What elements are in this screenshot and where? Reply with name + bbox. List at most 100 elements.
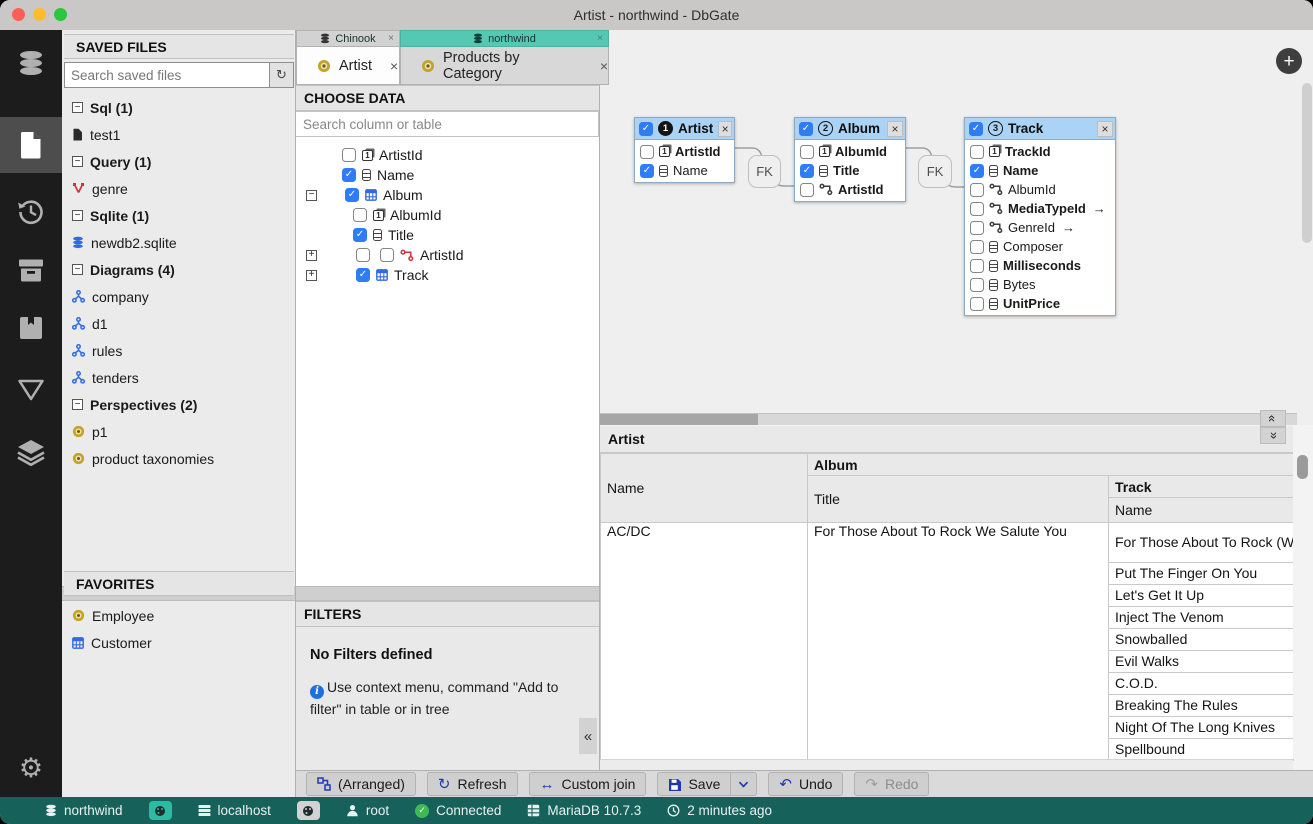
checkbox-checked[interactable] bbox=[353, 228, 367, 242]
column-milliseconds[interactable]: Milliseconds bbox=[965, 256, 1115, 275]
checkbox-checked[interactable] bbox=[639, 122, 653, 136]
close-icon[interactable]: × bbox=[388, 33, 394, 44]
close-icon[interactable]: × bbox=[718, 121, 732, 137]
fk-row-artistid[interactable]: + ArtistId bbox=[296, 245, 599, 265]
tree-item-p1[interactable]: p1 bbox=[62, 418, 295, 445]
save-dropdown-button[interactable] bbox=[731, 772, 757, 796]
arranged-button[interactable]: (Arranged) bbox=[306, 772, 416, 796]
column-unitprice[interactable]: UnitPrice bbox=[965, 294, 1115, 313]
choose-data-search-input[interactable] bbox=[296, 111, 599, 137]
collapse-panel-button[interactable]: « bbox=[579, 718, 597, 754]
connection-color-badge[interactable] bbox=[297, 801, 320, 820]
checkbox[interactable] bbox=[970, 259, 984, 273]
collapse-icon[interactable]: − bbox=[306, 190, 317, 201]
database-color-badge[interactable] bbox=[149, 801, 172, 820]
table-row-album[interactable]: − Album bbox=[296, 185, 599, 205]
tree-group-sql[interactable]: −Sql (1) bbox=[62, 94, 295, 121]
close-icon[interactable]: × bbox=[600, 58, 608, 74]
canvas-vertical-scrollbar[interactable] bbox=[1302, 83, 1312, 243]
refresh-button[interactable]: ↻ Refresh bbox=[427, 772, 518, 796]
column-artistid-fk[interactable]: ArtistId bbox=[795, 180, 905, 199]
minimize-window-button[interactable] bbox=[33, 8, 46, 21]
status-user[interactable]: root bbox=[346, 803, 389, 818]
panel-splitter[interactable] bbox=[296, 586, 599, 601]
checkbox[interactable] bbox=[970, 145, 984, 159]
expand-icon[interactable]: + bbox=[306, 250, 317, 261]
column-header-album-title[interactable]: Title bbox=[808, 476, 1109, 523]
tree-group-perspectives[interactable]: −Perspectives (2) bbox=[62, 391, 295, 418]
tab-artist[interactable]: Artist × bbox=[296, 47, 400, 85]
column-name[interactable]: Name bbox=[965, 161, 1115, 180]
collapse-icon[interactable]: − bbox=[72, 399, 83, 410]
table-header-track[interactable]: 3 Track × bbox=[965, 118, 1115, 140]
rail-filter-icon[interactable] bbox=[0, 362, 62, 418]
fk-join-badge[interactable]: FK bbox=[918, 155, 952, 188]
column-albumid[interactable]: 1 AlbumId bbox=[795, 142, 905, 161]
diagram-table-album[interactable]: 2 Album × 1 AlbumId Title ArtistId bbox=[794, 117, 906, 202]
column-name[interactable]: Name bbox=[635, 161, 734, 180]
checkbox-checked[interactable] bbox=[799, 122, 813, 136]
checkbox[interactable] bbox=[970, 278, 984, 292]
expand-reference-arrow[interactable]: → bbox=[1093, 201, 1106, 216]
checkbox-checked[interactable] bbox=[800, 164, 814, 178]
tree-group-diagrams[interactable]: −Diagrams (4) bbox=[62, 256, 295, 283]
column-header-track-name[interactable]: Name bbox=[1109, 498, 1294, 523]
rail-settings-icon[interactable]: ⚙ bbox=[0, 740, 62, 796]
checkbox[interactable] bbox=[800, 183, 814, 197]
column-albumid-fk[interactable]: AlbumId bbox=[965, 180, 1115, 199]
diagram-canvas[interactable]: 1 Artist × 1 ArtistId Name 2 Album bbox=[600, 30, 1313, 425]
column-header-artist-name[interactable]: Name bbox=[601, 454, 808, 523]
cell-track[interactable]: Evil Walks bbox=[1109, 651, 1294, 673]
custom-join-button[interactable]: ↔ Custom join bbox=[529, 772, 647, 796]
column-row-title[interactable]: Title bbox=[296, 225, 599, 245]
column-row-artistid[interactable]: 1 ArtistId bbox=[296, 145, 599, 165]
collapse-icon[interactable]: − bbox=[72, 264, 83, 275]
expand-icon[interactable]: + bbox=[306, 270, 317, 281]
redo-button[interactable]: ↷ Redo bbox=[854, 772, 929, 796]
tree-item-rules[interactable]: rules bbox=[62, 337, 295, 364]
close-icon[interactable]: × bbox=[597, 33, 603, 44]
column-artistid[interactable]: 1 ArtistId bbox=[635, 142, 734, 161]
scrollbar-thumb[interactable] bbox=[1297, 455, 1308, 479]
cell-track[interactable]: Let's Get It Up bbox=[1109, 585, 1294, 607]
cell-track[interactable]: For Those About To Rock (We Salute You) bbox=[1109, 523, 1294, 563]
favorite-item-employee[interactable]: Employee bbox=[62, 602, 295, 629]
table-header-artist[interactable]: 1 Artist × bbox=[635, 118, 734, 140]
favorite-item-customer[interactable]: Customer bbox=[62, 629, 295, 656]
tree-item-newdb2[interactable]: newdb2.sqlite bbox=[62, 229, 295, 256]
close-window-button[interactable] bbox=[12, 8, 25, 21]
rail-history-icon[interactable] bbox=[0, 184, 62, 240]
tree-group-sqlite[interactable]: −Sqlite (1) bbox=[62, 202, 295, 229]
group-header-album[interactable]: Album bbox=[808, 454, 1294, 476]
checkbox[interactable] bbox=[970, 297, 984, 311]
tree-item-tenders[interactable]: tenders bbox=[62, 364, 295, 391]
expand-rows-down-button[interactable]: « bbox=[1260, 427, 1286, 444]
column-title[interactable]: Title bbox=[795, 161, 905, 180]
checkbox[interactable] bbox=[356, 248, 370, 262]
checkbox[interactable] bbox=[970, 183, 984, 197]
column-bytes[interactable]: Bytes bbox=[965, 275, 1115, 294]
table-row-track[interactable]: + Track bbox=[296, 265, 599, 285]
diagram-table-artist[interactable]: 1 Artist × 1 ArtistId Name bbox=[634, 117, 735, 183]
db-group-tab-chinook[interactable]: Chinook × bbox=[296, 30, 400, 47]
save-button[interactable]: Save bbox=[657, 772, 731, 796]
rail-book-icon[interactable] bbox=[0, 300, 62, 356]
rail-files-icon[interactable] bbox=[0, 117, 62, 173]
collapse-icon[interactable]: − bbox=[72, 210, 83, 221]
column-composer[interactable]: Composer bbox=[965, 237, 1115, 256]
close-icon[interactable]: × bbox=[390, 58, 398, 74]
rail-database-icon[interactable] bbox=[0, 36, 62, 92]
table-header-album[interactable]: 2 Album × bbox=[795, 118, 905, 140]
cell-album-title[interactable]: For Those About To Rock We Salute You bbox=[808, 523, 1109, 761]
rail-archive-icon[interactable] bbox=[0, 242, 62, 298]
checkbox[interactable] bbox=[970, 202, 984, 216]
rail-layers-icon[interactable] bbox=[0, 424, 62, 480]
diagram-table-track[interactable]: 3 Track × 1 TrackId Name AlbumId bbox=[964, 117, 1116, 316]
checkbox-checked[interactable] bbox=[345, 188, 359, 202]
undo-button[interactable]: ↶ Undo bbox=[768, 772, 843, 796]
status-last-refresh[interactable]: 2 minutes ago bbox=[667, 803, 772, 818]
checkbox-checked[interactable] bbox=[356, 268, 370, 282]
tree-item-test1[interactable]: test1 bbox=[62, 121, 295, 148]
fk-join-badge[interactable]: FK bbox=[748, 155, 781, 188]
close-icon[interactable]: × bbox=[887, 121, 903, 137]
